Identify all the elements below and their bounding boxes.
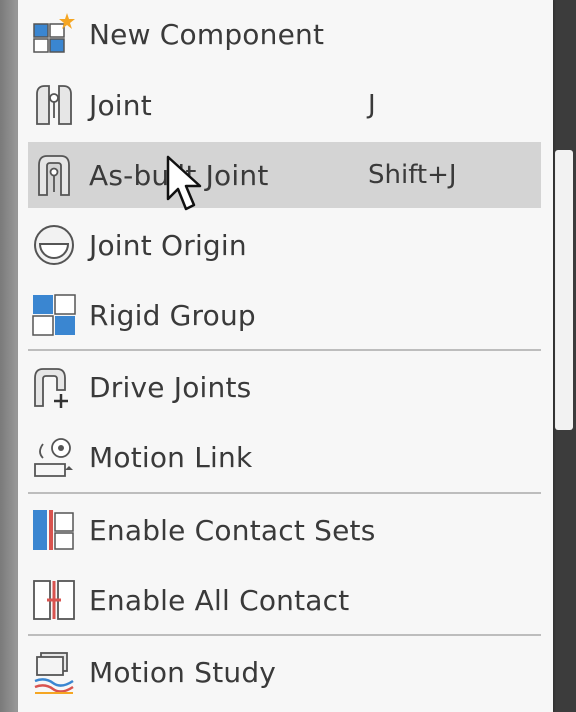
menu-item-shortcut: Shift+J <box>368 160 457 190</box>
menu-item-motion-link[interactable]: Motion Link <box>28 424 541 490</box>
menu-item-label: Motion Study <box>89 655 277 689</box>
motion-link-icon <box>28 431 80 483</box>
enable-contact-sets-icon <box>28 504 80 556</box>
menu-item-label: New Component <box>89 17 325 51</box>
menu-item-joint[interactable]: Joint J <box>28 72 541 138</box>
motion-study-icon <box>28 646 80 698</box>
menu-item-motion-study[interactable]: Motion Study <box>28 639 541 705</box>
menu-item-label: Joint Origin <box>89 228 247 262</box>
menu-item-label: Drive Joints <box>89 370 252 404</box>
menu-item-joint-origin[interactable]: Joint Origin <box>28 212 541 278</box>
background-canvas-left <box>0 0 18 712</box>
menu-separator <box>28 349 541 351</box>
context-menu: New Component Joint J As-built Joint Shi… <box>18 0 553 712</box>
menu-item-label: Joint <box>89 88 152 122</box>
menu-separator <box>28 634 541 636</box>
menu-item-new-component[interactable]: New Component <box>28 1 541 67</box>
menu-item-drive-joints[interactable]: Drive Joints <box>28 354 541 420</box>
menu-item-label: Rigid Group <box>89 298 256 332</box>
joint-origin-icon <box>28 219 80 271</box>
background-panel-right <box>553 0 576 712</box>
joint-icon <box>28 79 80 131</box>
menu-item-shortcut: J <box>368 90 376 120</box>
menu-item-enable-all-contact[interactable]: Enable All Contact <box>28 567 541 633</box>
menu-item-label: Enable Contact Sets <box>89 513 376 547</box>
menu-separator <box>28 492 541 494</box>
menu-item-rigid-group[interactable]: Rigid Group <box>28 282 541 348</box>
rigid-group-icon <box>28 289 80 341</box>
background-panel-edge <box>555 150 573 430</box>
drive-joints-icon <box>28 361 80 413</box>
menu-item-label: Motion Link <box>89 440 253 474</box>
menu-item-label: Enable All Contact <box>89 583 350 617</box>
menu-item-enable-contact-sets[interactable]: Enable Contact Sets <box>28 497 541 563</box>
as-built-joint-icon <box>28 149 80 201</box>
mouse-cursor-icon <box>166 155 202 211</box>
enable-all-contact-icon <box>28 574 80 626</box>
menu-item-as-built-joint[interactable]: As-built Joint Shift+J <box>28 142 541 208</box>
new-component-icon <box>28 8 80 60</box>
